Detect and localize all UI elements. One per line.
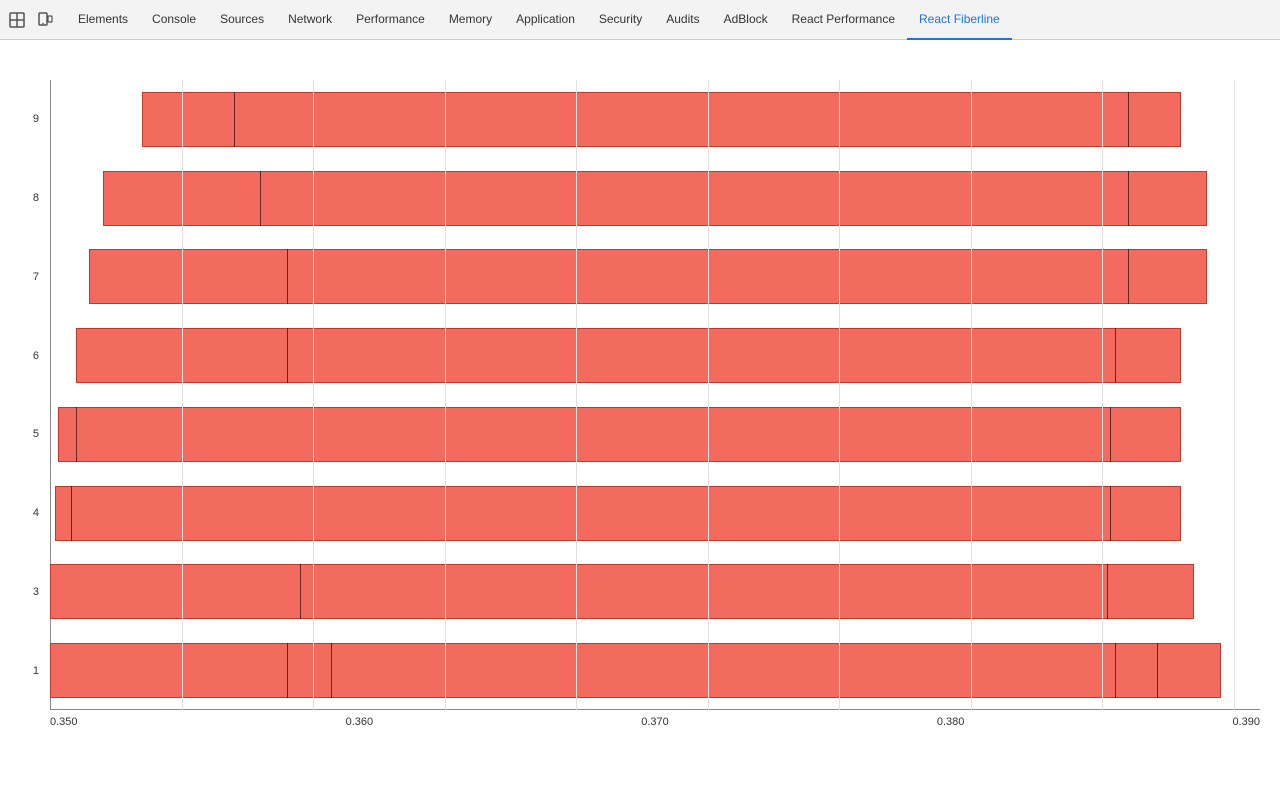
- bar-divider-4-1: [1110, 486, 1111, 541]
- y-label-7: 7: [10, 239, 45, 314]
- tab-react-fiberline[interactable]: React Fiberline: [907, 0, 1012, 40]
- bar-divider-1-0: [287, 643, 288, 698]
- bar-row-9: [50, 80, 1260, 159]
- inspect-icon[interactable]: [8, 11, 26, 29]
- bar-segment-5: [58, 407, 1181, 462]
- y-label-3: 3: [10, 554, 45, 629]
- tab-audits[interactable]: Audits: [654, 0, 711, 40]
- bar-segment-7: [89, 249, 1207, 304]
- x-label-0380: 0.380: [937, 716, 965, 728]
- bar-divider-8-1: [1128, 171, 1129, 226]
- y-label-8: 8: [10, 161, 45, 236]
- bar-divider-6-0: [287, 328, 288, 383]
- tab-network[interactable]: Network: [276, 0, 344, 40]
- bar-row-5: [50, 395, 1260, 474]
- bar-divider-9-1: [1128, 92, 1129, 147]
- bar-row-1: [50, 631, 1260, 710]
- chart-container: 1 3 4 5 6 7 8 9 0.350 0.360 0.370 0.380 …: [10, 60, 1270, 760]
- x-label-0390: 0.390: [1232, 716, 1260, 728]
- bar-divider-8-0: [260, 171, 261, 226]
- grid-line: [182, 80, 183, 710]
- bar-divider-1-2: [1115, 643, 1116, 698]
- grid-line: [708, 80, 709, 710]
- tab-performance[interactable]: Performance: [344, 0, 437, 40]
- x-label-0370: 0.370: [641, 716, 669, 728]
- bar-row-4: [50, 474, 1260, 553]
- tab-console[interactable]: Console: [140, 0, 208, 40]
- devtools-toolbar: Elements Console Sources Network Perform…: [0, 0, 1280, 40]
- bars-area: [50, 80, 1260, 710]
- tab-adblock[interactable]: AdBlock: [712, 0, 780, 40]
- toolbar-icons: [8, 11, 54, 29]
- bar-segment-9: [142, 92, 1181, 147]
- bar-divider-9-0: [234, 92, 235, 147]
- bar-divider-1-3: [1157, 643, 1158, 698]
- tab-security[interactable]: Security: [587, 0, 654, 40]
- bar-divider-7-1: [1128, 249, 1129, 304]
- x-axis: 0.350 0.360 0.370 0.380 0.390: [50, 710, 1260, 750]
- y-label-5: 5: [10, 397, 45, 472]
- y-axis-labels: 1 3 4 5 6 7 8 9: [10, 80, 45, 710]
- x-label-0350: 0.350: [50, 716, 78, 728]
- device-icon[interactable]: [36, 11, 54, 29]
- bar-segment-8: [103, 171, 1208, 226]
- bar-divider-6-1: [1115, 328, 1116, 383]
- tab-application[interactable]: Application: [504, 0, 587, 40]
- bar-row-7: [50, 238, 1260, 317]
- bar-divider-4-0: [71, 486, 72, 541]
- grid-line: [313, 80, 314, 710]
- bar-divider-3-0: [300, 564, 301, 619]
- grid-line: [1234, 80, 1235, 710]
- tab-memory[interactable]: Memory: [437, 0, 504, 40]
- bar-divider-5-1: [1110, 407, 1111, 462]
- bar-segment-1: [50, 643, 1221, 698]
- grid-line: [1102, 80, 1103, 710]
- bar-divider-1-1: [331, 643, 332, 698]
- bar-row-8: [50, 159, 1260, 238]
- bar-divider-3-1: [1107, 564, 1108, 619]
- bar-segment-4: [55, 486, 1181, 541]
- bar-segment-3: [50, 564, 1194, 619]
- chart-area: 1 3 4 5 6 7 8 9 0.350 0.360 0.370 0.380 …: [0, 40, 1280, 800]
- y-label-9: 9: [10, 82, 45, 157]
- tab-elements[interactable]: Elements: [66, 0, 140, 40]
- bar-row-3: [50, 553, 1260, 632]
- tab-react-performance[interactable]: React Performance: [780, 0, 907, 40]
- y-label-4: 4: [10, 476, 45, 551]
- y-label-1: 1: [10, 633, 45, 708]
- bar-row-6: [50, 316, 1260, 395]
- bar-segment-6: [76, 328, 1181, 383]
- grid-line: [445, 80, 446, 710]
- grid-line: [839, 80, 840, 710]
- grid-line: [576, 80, 577, 710]
- bar-divider-7-0: [287, 249, 288, 304]
- y-label-6: 6: [10, 318, 45, 393]
- bar-divider-5-0: [76, 407, 77, 462]
- grid-line: [971, 80, 972, 710]
- x-label-0360: 0.360: [346, 716, 374, 728]
- tab-sources[interactable]: Sources: [208, 0, 276, 40]
